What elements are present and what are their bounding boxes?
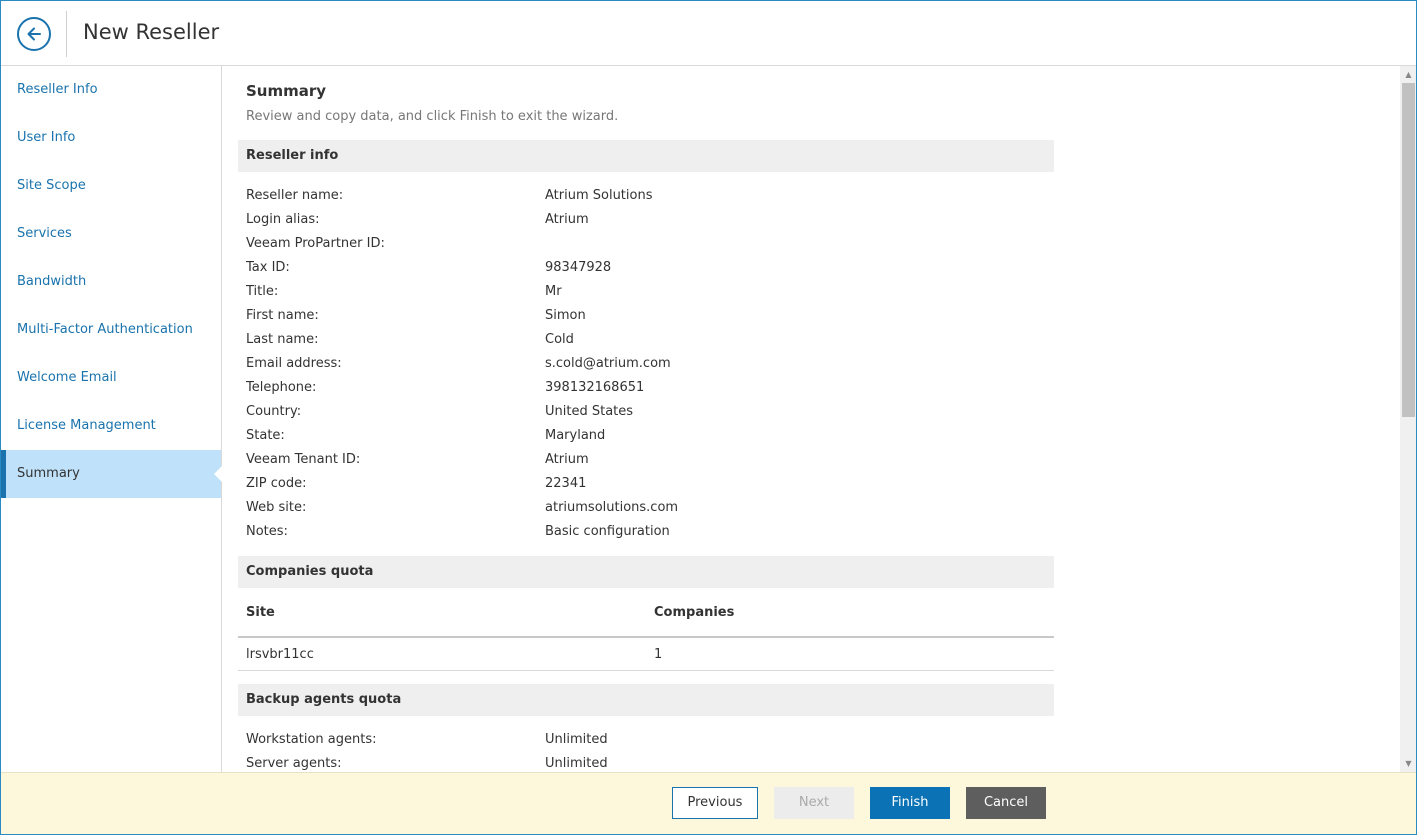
row-value: s.cold@atrium.com (545, 356, 671, 371)
row-label: First name: (246, 308, 319, 323)
wizard-steps-sidebar: Reseller Info User Info Site Scope Servi… (1, 66, 222, 772)
row-value: Atrium (545, 452, 589, 467)
backup-agents-quota-heading: Backup agents quota (238, 684, 1054, 716)
summary-row: Last name: Cold (246, 328, 1046, 352)
row-value: Atrium (545, 212, 589, 227)
row-label: Web site: (246, 500, 307, 515)
row-value: United States (545, 404, 634, 419)
sidebar-item-bandwidth[interactable]: Bandwidth (1, 258, 221, 306)
row-label: Tax ID: (246, 260, 290, 275)
cancel-button[interactable]: Cancel (966, 787, 1046, 819)
wizard-header: New Reseller (1, 1, 1416, 66)
reseller-info-heading: Reseller info (238, 140, 1054, 172)
summary-row: Veeam ProPartner ID: (246, 232, 1046, 256)
row-label: Workstation agents: (246, 732, 377, 747)
row-label: State: (246, 428, 285, 443)
summary-row: Tax ID: 98347928 (246, 256, 1046, 280)
summary-row: Notes: Basic configuration (246, 520, 1046, 544)
row-label: Server agents: (246, 756, 342, 771)
row-label: Reseller name: (246, 188, 344, 203)
scrollbar-thumb[interactable] (1402, 83, 1415, 417)
summary-row: Reseller name: Atrium Solutions (246, 184, 1046, 208)
sidebar-item-welcome-email[interactable]: Welcome Email (1, 354, 221, 402)
row-value: Unlimited (545, 756, 608, 771)
companies-quota-heading: Companies quota (238, 556, 1054, 588)
summary-row: Country: United States (246, 400, 1046, 424)
row-value: 22341 (545, 476, 587, 491)
back-button[interactable] (17, 17, 51, 51)
wizard-window: New Reseller Reseller Info User Info Sit… (0, 0, 1417, 835)
sidebar-item-multi-factor-authentication[interactable]: Multi-Factor Authentication (1, 306, 221, 354)
row-label: Title: (246, 284, 279, 299)
summary-row: Title: Mr (246, 280, 1046, 304)
row-value: 398132168651 (545, 380, 645, 395)
summary-row: Email address: s.cold@atrium.com (246, 352, 1046, 376)
summary-row: Workstation agents: Unlimited (246, 728, 1046, 752)
vertical-scrollbar[interactable]: ▲ ▼ (1400, 66, 1416, 772)
next-button[interactable]: Next (774, 787, 854, 819)
row-value: 98347928 (545, 260, 612, 275)
column-header-companies: Companies (654, 605, 735, 620)
section-description: Review and copy data, and click Finish t… (246, 109, 619, 124)
row-label: Telephone: (246, 380, 317, 395)
row-value: Basic configuration (545, 524, 670, 539)
table-row: lrsvbr11cc 1 (238, 639, 1054, 671)
previous-button[interactable]: Previous (672, 787, 758, 819)
row-label: Last name: (246, 332, 319, 347)
row-value: Mr (545, 284, 562, 299)
scroll-up-icon[interactable]: ▲ (1400, 66, 1416, 83)
sidebar-item-license-management[interactable]: License Management (1, 402, 221, 450)
sidebar-item-services[interactable]: Services (1, 210, 221, 258)
table-cell-companies: 1 (654, 647, 663, 662)
scroll-down-icon[interactable]: ▼ (1400, 755, 1416, 772)
row-value: Maryland (545, 428, 606, 443)
sidebar-item-site-scope[interactable]: Site Scope (1, 162, 221, 210)
wizard-footer: Previous Next Finish Cancel (1, 772, 1416, 834)
section-title: Summary (246, 82, 327, 100)
summary-row: Web site: atriumsolutions.com (246, 496, 1046, 520)
row-label: ZIP code: (246, 476, 307, 491)
summary-row: Telephone: 398132168651 (246, 376, 1046, 400)
row-label: Login alias: (246, 212, 320, 227)
row-label: Notes: (246, 524, 288, 539)
summary-row: Login alias: Atrium (246, 208, 1046, 232)
table-cell-site: lrsvbr11cc (246, 647, 314, 662)
sidebar-item-user-info[interactable]: User Info (1, 114, 221, 162)
row-value: atriumsolutions.com (545, 500, 679, 515)
summary-row: State: Maryland (246, 424, 1046, 448)
row-label: Veeam Tenant ID: (246, 452, 361, 467)
summary-row: First name: Simon (246, 304, 1046, 328)
column-header-site: Site (246, 605, 275, 620)
page-title: New Reseller (83, 20, 220, 44)
row-label: Country: (246, 404, 302, 419)
summary-row: Server agents: Unlimited (246, 752, 1046, 772)
header-divider (66, 11, 67, 57)
summary-panel: Summary Review and copy data, and click … (222, 66, 1400, 772)
summary-row: Veeam Tenant ID: Atrium (246, 448, 1046, 472)
arrow-left-icon (27, 27, 41, 41)
row-value: Simon (545, 308, 586, 323)
row-label: Veeam ProPartner ID: (246, 236, 385, 251)
row-label: Email address: (246, 356, 342, 371)
companies-table-header: Site Companies (238, 588, 1054, 638)
row-value: Unlimited (545, 732, 608, 747)
row-value: Atrium Solutions (545, 188, 653, 203)
row-value: Cold (545, 332, 574, 347)
sidebar-item-summary[interactable]: Summary (1, 450, 222, 498)
summary-row: ZIP code: 22341 (246, 472, 1046, 496)
sidebar-item-reseller-info[interactable]: Reseller Info (1, 66, 221, 114)
finish-button[interactable]: Finish (870, 787, 950, 819)
